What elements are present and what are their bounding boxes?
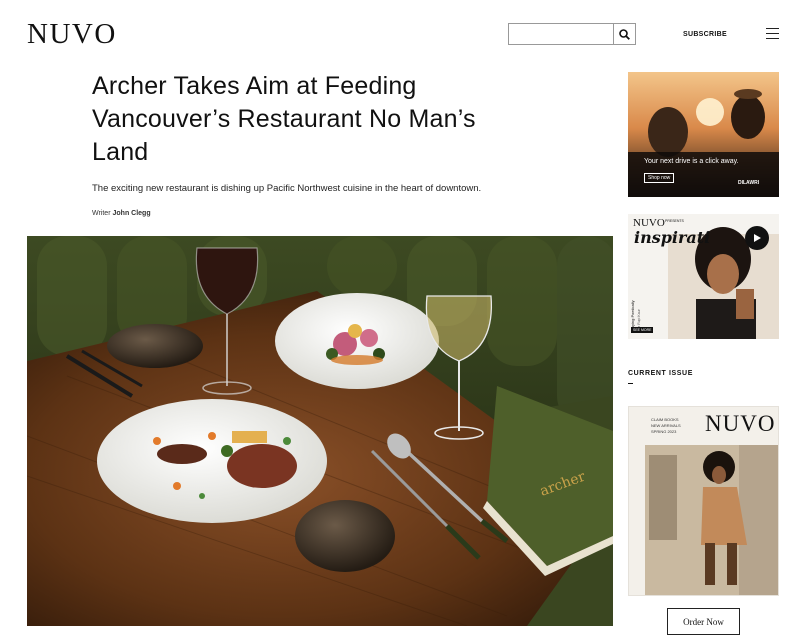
play-button[interactable] xyxy=(745,226,769,250)
hero-photo: archer xyxy=(27,236,613,626)
car-ad[interactable]: Your next drive is a click away. Shop no… xyxy=(628,72,779,197)
magazine-cover[interactable]: NUVO CLAIM BOOKS NEW ARRIVALS SPRING 202… xyxy=(628,406,779,596)
byline-role: Writer xyxy=(92,210,111,217)
car-ad-cta[interactable]: Shop now xyxy=(644,173,675,183)
inspirati-presents: PRESENTS xyxy=(665,219,684,223)
search-form xyxy=(508,23,636,45)
inspirati-ad[interactable]: NUVO PRESENTS inspirati Staying Poetical… xyxy=(628,214,779,339)
cover-lines: CLAIM BOOKS NEW ARRIVALS SPRING 2023 xyxy=(651,417,681,435)
hamburger-menu-icon[interactable] xyxy=(766,28,779,39)
cover-masthead: NUVO xyxy=(705,411,776,436)
order-now-button[interactable]: Order Now xyxy=(667,608,740,635)
play-icon xyxy=(754,234,761,242)
search-icon xyxy=(619,28,630,40)
byline-author[interactable]: John Clegg xyxy=(113,210,151,217)
inspirati-subtitle: Staying Poetically xyxy=(630,300,635,332)
search-button[interactable] xyxy=(613,24,635,44)
cover-photo xyxy=(645,445,778,595)
inspirati-see-more[interactable]: SEE MORE xyxy=(631,327,654,333)
cover-line: SPRING 2023 xyxy=(651,429,677,434)
article-dek: The exciting new restaurant is dishing u… xyxy=(92,183,482,194)
inspirati-title: inspirati xyxy=(634,228,711,247)
car-ad-brand: DILAWRI xyxy=(738,180,760,186)
subscribe-link[interactable]: SUBSCRIBE xyxy=(683,31,727,38)
current-issue-label: CURRENT ISSUE xyxy=(628,370,693,377)
current-issue-divider xyxy=(628,383,633,385)
article-byline: Writer John Clegg xyxy=(92,210,151,217)
search-input[interactable] xyxy=(509,24,614,44)
article-title: Archer Takes Aim at Feeding Vancouver’s … xyxy=(92,72,476,166)
site-logo[interactable]: NUVO xyxy=(27,18,117,51)
hero-image: archer xyxy=(27,236,613,626)
inspirati-subtitle2: with Rupi Kaur xyxy=(637,309,641,332)
car-ad-tagline: Your next drive is a click away. xyxy=(644,158,739,165)
